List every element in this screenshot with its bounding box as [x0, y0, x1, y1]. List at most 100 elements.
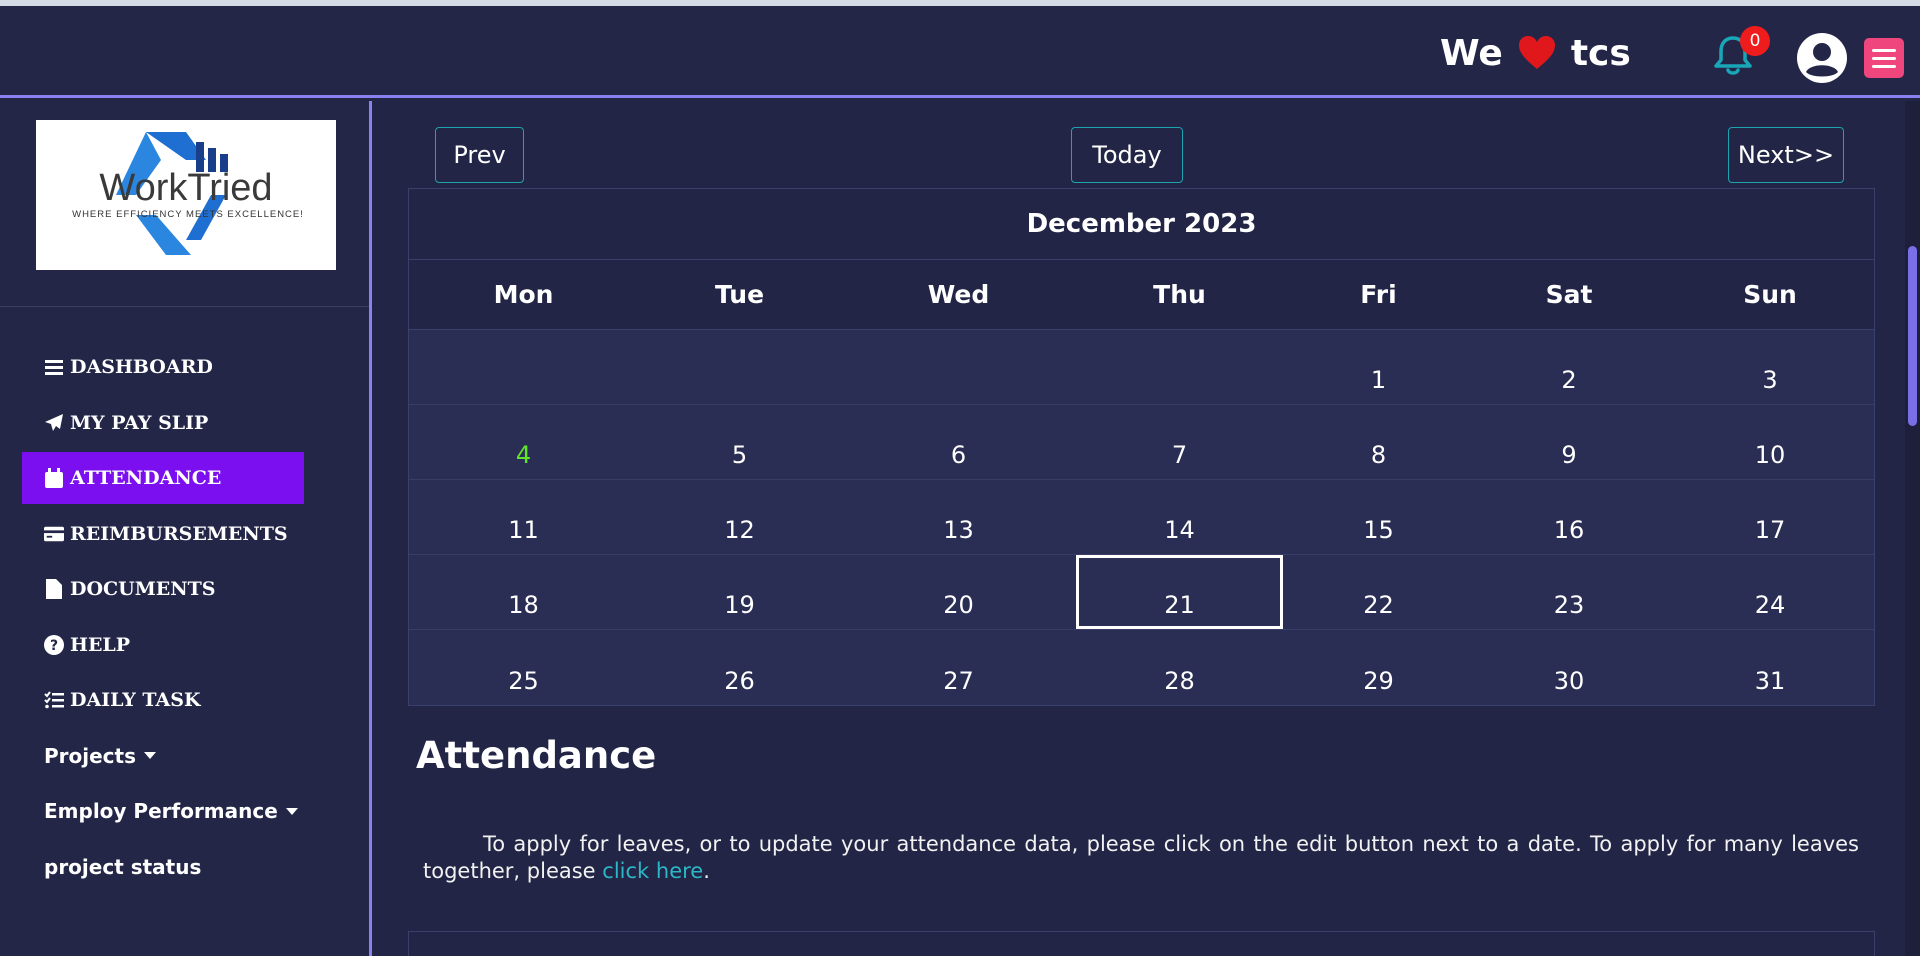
- click-here-link[interactable]: click here: [602, 859, 703, 883]
- sidebar-item-dashboard[interactable]: DASHBOARD: [22, 341, 304, 393]
- calendar-day-empty: [1076, 330, 1283, 404]
- calendar-day-19[interactable]: 19: [638, 555, 841, 629]
- calendar-day-24[interactable]: 24: [1664, 555, 1876, 629]
- company-logo: WorkTried WHERE EFFICIENCY MEETS EXCELLE…: [36, 120, 336, 270]
- calendar-day-20[interactable]: 20: [841, 555, 1076, 629]
- attendance-instructions: To apply for leaves, or to update your a…: [423, 831, 1859, 885]
- calendar-day-12[interactable]: 12: [638, 480, 841, 554]
- calendar-day-1[interactable]: 1: [1283, 330, 1474, 404]
- sidebar-item-reimbursements[interactable]: REIMBURSEMENTS: [22, 508, 304, 560]
- calendar-month-title: December 2023: [409, 189, 1874, 260]
- sidebar-item-label: Projects: [44, 743, 137, 768]
- calendar-week-row: 123: [409, 330, 1874, 405]
- prev-month-button[interactable]: Prev: [435, 127, 524, 183]
- svg-text:?: ?: [50, 638, 58, 654]
- sidebar-item-attendance[interactable]: ATTENDANCE: [22, 452, 304, 504]
- caret-down-icon: [285, 807, 298, 815]
- calendar-day-17[interactable]: 17: [1664, 480, 1876, 554]
- sidebar: WorkTried WHERE EFFICIENCY MEETS EXCELLE…: [0, 101, 372, 956]
- calendar-day-empty: [409, 330, 638, 404]
- calendar-day-14[interactable]: 14: [1076, 480, 1283, 554]
- calendar-week-row: 18 19 20 21 22 23 24: [409, 555, 1874, 630]
- main-content: Prev Today Next>> December 2023 Mon Tue We…: [375, 101, 1905, 956]
- calendar-day-13[interactable]: 13: [841, 480, 1076, 554]
- calendar-day-3[interactable]: 3: [1664, 330, 1876, 404]
- caret-down-icon: [144, 752, 157, 759]
- calendar-week-row: 4 5 6 7 8 9 10: [409, 405, 1874, 480]
- calendar-weekday-header: Mon Tue Wed Thu Fri Sat Sun: [409, 260, 1874, 330]
- calendar-day-15[interactable]: 15: [1283, 480, 1474, 554]
- calendar-body: 1 2 3 4 5 6 7 8 9 10 11 12 13 14 15 16 17 18 19 20 21 22 23 24 2…: [409, 330, 1874, 705]
- sidebar-item-documents[interactable]: DOCUMENTS: [22, 563, 304, 615]
- weekday-header-fri: Fri: [1360, 280, 1397, 309]
- sidebar-item-daily-task[interactable]: DAILY TASK: [22, 674, 304, 726]
- calendar-day-8[interactable]: 8: [1283, 405, 1474, 479]
- top-header: We tcs 0: [0, 6, 1920, 98]
- calendar-day-2[interactable]: 2: [1474, 330, 1664, 404]
- sidebar-item-label: REIMBURSEMENTS: [70, 522, 288, 545]
- calendar: December 2023 Mon Tue Wed Thu Fri Sat Sun 1234…: [408, 188, 1875, 706]
- calendar-day-27[interactable]: 27: [841, 630, 1076, 705]
- sidebar-item-my-pay-slip[interactable]: MY PAY SLIP: [22, 397, 304, 449]
- tasks-list-icon: [44, 690, 64, 710]
- calendar-day-4[interactable]: 4: [409, 405, 638, 479]
- logo-tagline: WHERE EFFICIENCY MEETS EXCELLENCE!: [72, 209, 304, 220]
- user-avatar-icon[interactable]: [1796, 32, 1848, 84]
- bars-icon: [44, 357, 64, 377]
- attendance-text-after: .: [703, 859, 710, 883]
- sidebar-item-label: DOCUMENTS: [70, 578, 216, 600]
- sidebar-item-project-status[interactable]: project status: [22, 841, 304, 893]
- attendance-table-top: [408, 931, 1875, 956]
- weekday-header-tue: Tue: [714, 280, 765, 309]
- sidebar-item-label: project status: [44, 854, 202, 879]
- next-month-button[interactable]: Next>>: [1728, 127, 1844, 183]
- sidebar-item-label: Employ Performance: [44, 799, 278, 823]
- logo-name: WorkTried: [99, 167, 272, 209]
- question-circle-icon: ?: [44, 634, 64, 655]
- hamburger-menu-button[interactable]: [1864, 38, 1904, 78]
- calendar-week-row: 11 12 13 14 15 16 17: [409, 480, 1874, 555]
- brand-we: We: [1440, 32, 1503, 74]
- calendar-day-11[interactable]: 11: [409, 480, 638, 554]
- calendar-day-10[interactable]: 10: [1664, 405, 1876, 479]
- sidebar-item-projects[interactable]: Projects: [22, 730, 304, 782]
- page-scrollbar[interactable]: [1905, 101, 1920, 956]
- calendar-day-22[interactable]: 22: [1283, 555, 1474, 629]
- calendar-day-6[interactable]: 6: [841, 405, 1076, 479]
- calendar-day-25[interactable]: 25: [409, 630, 638, 705]
- calendar-day-7[interactable]: 7: [1076, 405, 1283, 479]
- weekday-header-thu: Thu: [1153, 280, 1206, 309]
- sidebar-item-label: ATTENDANCE: [70, 467, 222, 489]
- calendar-day-26[interactable]: 26: [638, 630, 841, 705]
- calendar-day-9[interactable]: 9: [1474, 405, 1664, 479]
- calendar-week-row: 25 26 27 28 29 30 31: [409, 630, 1874, 705]
- calendar-day-23[interactable]: 23: [1474, 555, 1664, 629]
- calendar-day-28[interactable]: 28: [1076, 630, 1283, 705]
- brand-tcs: tcs: [1570, 32, 1631, 74]
- sidebar-item-help[interactable]: ? HELP: [22, 619, 304, 671]
- weekday-header-wed: Wed: [927, 280, 990, 309]
- calendar-day-29[interactable]: 29: [1283, 630, 1474, 705]
- sidebar-divider: [0, 306, 369, 307]
- scrollbar-thumb[interactable]: [1908, 246, 1917, 426]
- calendar-day-18[interactable]: 18: [409, 555, 638, 629]
- calendar-day-31[interactable]: 31: [1664, 630, 1876, 705]
- credit-card-icon: [44, 524, 64, 544]
- today-button[interactable]: Today: [1071, 127, 1183, 183]
- sidebar-item-label: HELP: [70, 633, 131, 656]
- sidebar-item-label: MY PAY SLIP: [70, 411, 209, 434]
- calendar-day-empty: [841, 330, 1076, 404]
- calendar-day-30[interactable]: 30: [1474, 630, 1664, 705]
- sidebar-nav: DASHBOARD MY PAY SLIP ATTENDANCE REIMBUR…: [22, 341, 322, 896]
- weekday-header-sat: Sat: [1545, 280, 1593, 309]
- sidebar-item-employ-performance[interactable]: Employ Performance: [22, 785, 304, 837]
- paper-plane-icon: [44, 413, 64, 433]
- calendar-day-5[interactable]: 5: [638, 405, 841, 479]
- attendance-title: Attendance: [416, 734, 657, 777]
- calendar-day-16[interactable]: 16: [1474, 480, 1664, 554]
- brand-text: We tcs: [1440, 28, 1631, 78]
- calendar-day-empty: [638, 330, 841, 404]
- sidebar-item-label: DAILY TASK: [70, 689, 201, 711]
- calendar-day-21[interactable]: 21: [1076, 555, 1283, 629]
- notification-count-badge: 0: [1740, 26, 1770, 56]
